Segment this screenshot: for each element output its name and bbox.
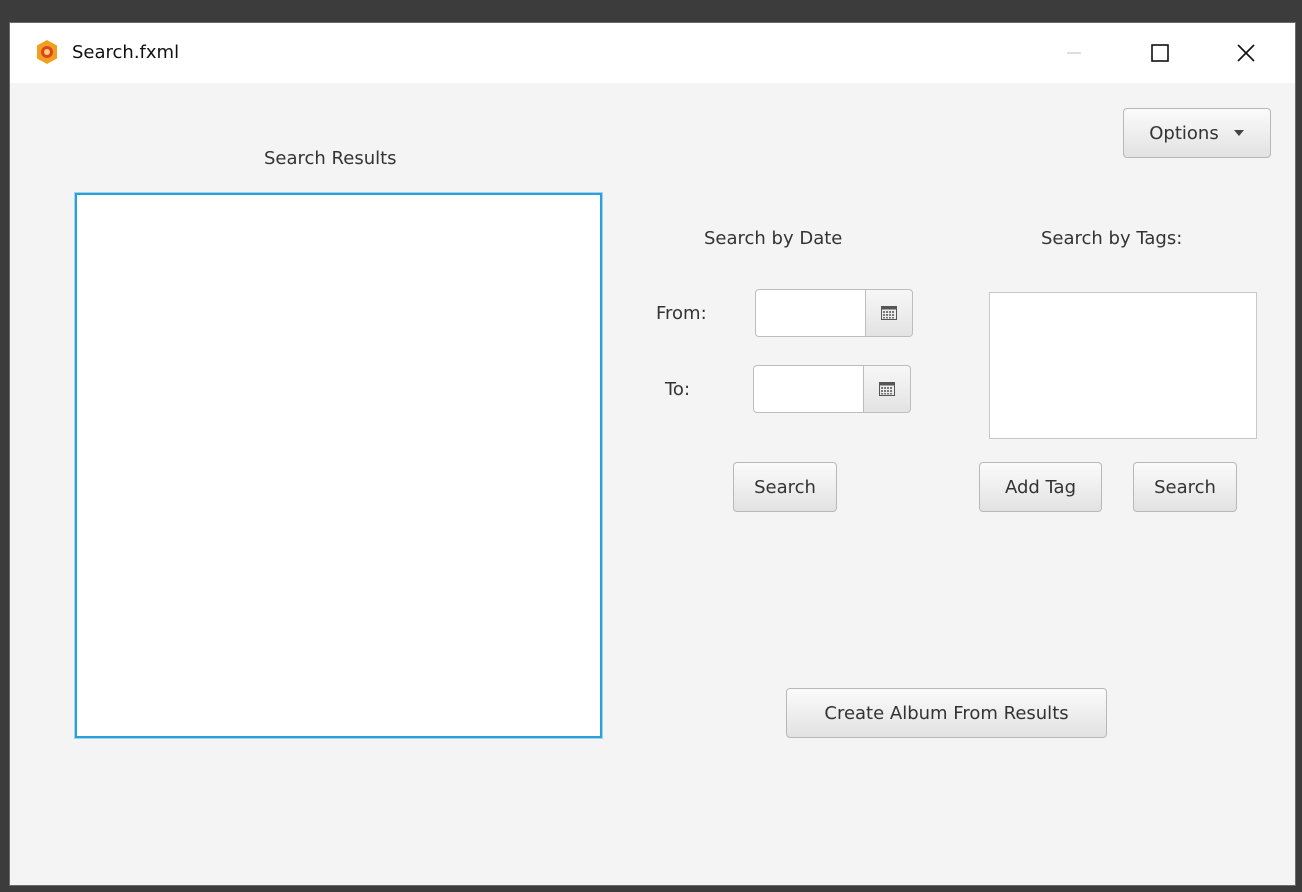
title-bar[interactable]: Search.fxml xyxy=(10,23,1295,83)
add-tag-label: Add Tag xyxy=(1004,476,1077,498)
calendar-icon xyxy=(881,306,897,320)
close-icon xyxy=(1237,44,1255,62)
tag-search-button[interactable]: Search xyxy=(1133,462,1237,512)
create-album-button[interactable]: Create Album From Results xyxy=(786,688,1107,738)
date-search-label: Search xyxy=(754,476,816,498)
from-calendar-button[interactable] xyxy=(865,289,913,337)
to-label: To: xyxy=(665,379,691,400)
minimize-icon xyxy=(1067,52,1081,54)
options-menu-label: Options xyxy=(1149,122,1219,144)
from-date-picker[interactable] xyxy=(755,289,913,337)
tag-list[interactable] xyxy=(989,292,1257,439)
to-date-input[interactable] xyxy=(753,365,863,413)
search-by-tags-heading: Search by Tags: xyxy=(1041,228,1183,249)
calendar-icon xyxy=(879,382,895,396)
from-date-input[interactable] xyxy=(755,289,865,337)
minimize-button[interactable] xyxy=(1031,23,1117,83)
app-flame-icon xyxy=(37,40,57,64)
search-window: Search.fxml Options Search Results Searc… xyxy=(9,22,1296,886)
search-results-heading: Search Results xyxy=(264,148,397,169)
caret-down-icon xyxy=(1233,130,1244,136)
search-results-list[interactable] xyxy=(75,193,602,738)
create-album-label: Create Album From Results xyxy=(824,702,1069,724)
window-title: Search.fxml xyxy=(72,42,180,63)
to-date-picker[interactable] xyxy=(753,365,911,413)
from-label: From: xyxy=(656,303,707,324)
date-search-button[interactable]: Search xyxy=(733,462,837,512)
tag-search-label: Search xyxy=(1154,476,1216,498)
maximize-icon xyxy=(1151,44,1169,62)
close-button[interactable] xyxy=(1203,23,1289,83)
to-calendar-button[interactable] xyxy=(863,365,911,413)
options-menu-button[interactable]: Options xyxy=(1123,108,1271,158)
search-by-date-heading: Search by Date xyxy=(704,228,843,249)
add-tag-button[interactable]: Add Tag xyxy=(979,462,1102,512)
maximize-button[interactable] xyxy=(1117,23,1203,83)
